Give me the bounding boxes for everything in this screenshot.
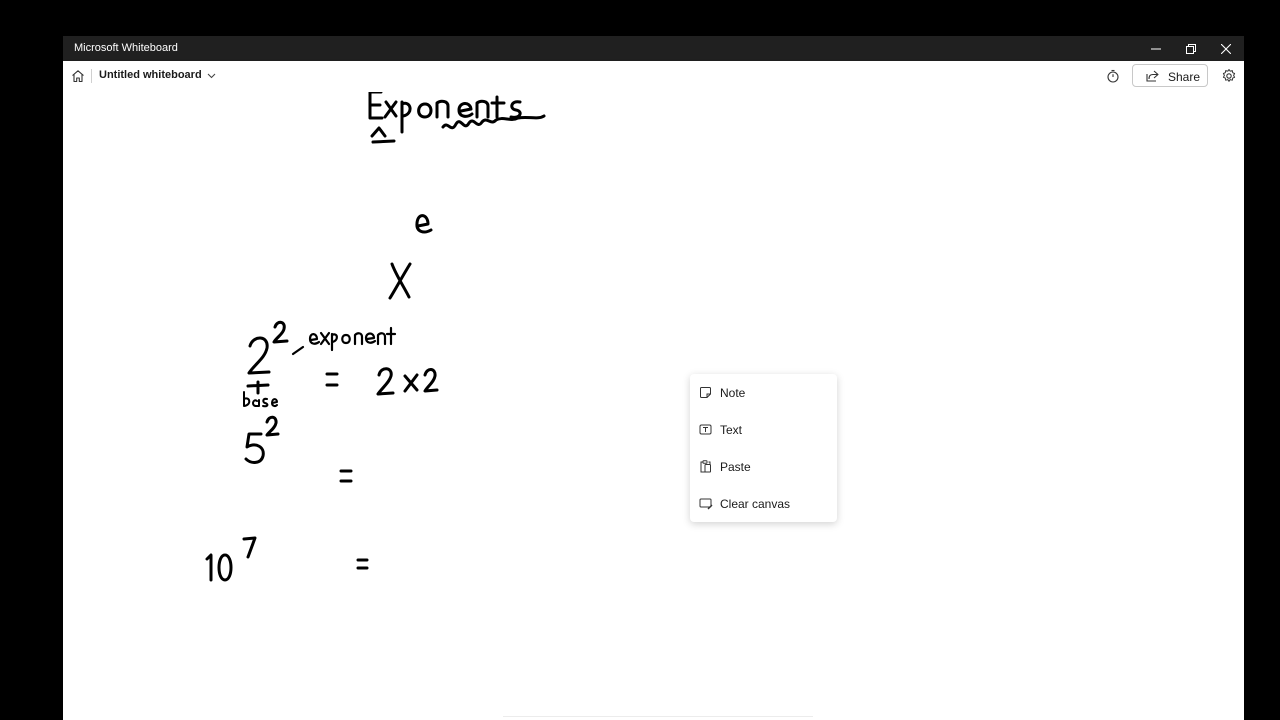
text-icon (699, 424, 712, 435)
clear-canvas-icon (699, 498, 713, 510)
ink-heading (368, 92, 546, 144)
share-button[interactable]: Share (1132, 64, 1208, 87)
ink-line-2 (244, 415, 353, 483)
close-icon (1221, 43, 1231, 54)
canvas-context-menu: Note Text Paste Clear canvas (690, 374, 837, 522)
share-icon (1146, 70, 1159, 82)
app-toolbar: Untitled whiteboard Share (63, 61, 1244, 93)
home-icon (72, 70, 84, 83)
note-icon (700, 387, 711, 398)
menu-item-label: Clear canvas (720, 497, 791, 511)
menu-item-paste[interactable]: Paste (690, 451, 837, 481)
timer-icon[interactable] (1106, 69, 1120, 83)
chevron-down-icon[interactable] (206, 70, 217, 81)
paste-icon (700, 460, 711, 473)
menu-item-label: Text (720, 423, 743, 437)
close-button[interactable] (1208, 36, 1244, 61)
bottom-toolbar-edge (503, 716, 813, 720)
ink-line-1 (246, 320, 439, 396)
ink-annotation-base (243, 391, 278, 408)
restore-icon (1186, 43, 1196, 54)
ink-expression-x-e (388, 214, 433, 300)
app-title: Microsoft Whiteboard (74, 42, 178, 54)
menu-item-note[interactable]: Note (690, 377, 837, 407)
gear-icon[interactable] (1221, 68, 1237, 84)
menu-item-label: Paste (720, 460, 751, 474)
home-button[interactable] (70, 68, 86, 84)
minimize-button[interactable] (1138, 36, 1174, 61)
minimize-icon (1151, 48, 1161, 49)
menu-item-label: Note (720, 386, 746, 400)
ink-layer (205, 92, 546, 582)
menu-item-clear-canvas[interactable]: Clear canvas (690, 488, 837, 518)
menu-item-text[interactable]: Text (690, 414, 837, 444)
board-title[interactable]: Untitled whiteboard (99, 69, 202, 81)
ink-annotation-exponent (291, 326, 397, 356)
share-label: Share (1168, 70, 1201, 84)
title-bar: Microsoft Whiteboard (63, 36, 1244, 61)
restore-button[interactable] (1173, 36, 1209, 61)
ink-line-3 (205, 536, 369, 582)
whiteboard-canvas[interactable]: Note Text Paste Clear canvas (63, 92, 1244, 720)
toolbar-divider (91, 69, 92, 83)
whiteboard-window: Microsoft Whiteboard Untitled whiteboard… (63, 36, 1244, 720)
